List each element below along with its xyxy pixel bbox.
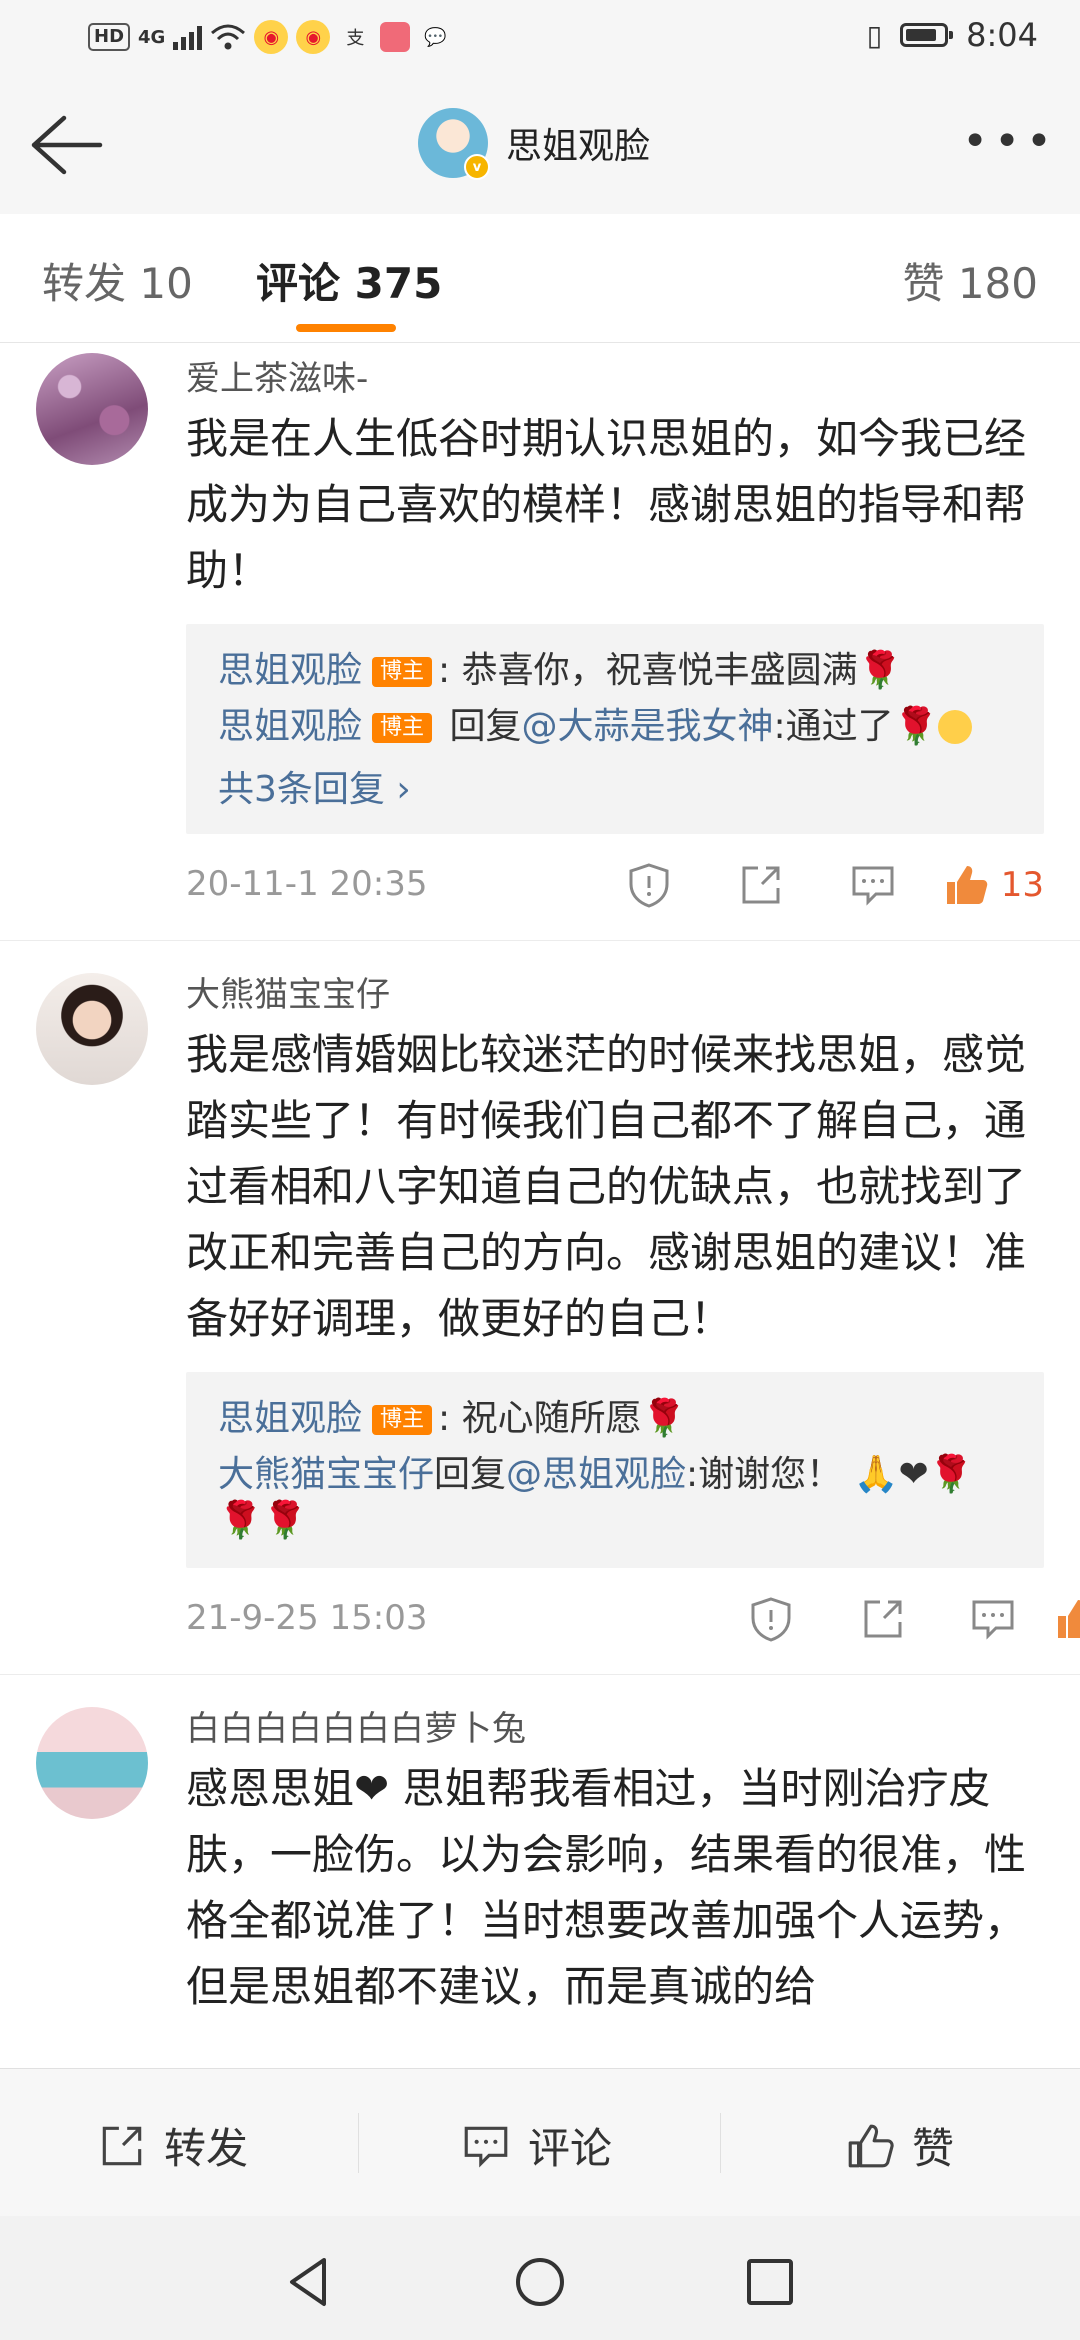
alipay-icon: 支 [346,28,365,49]
clock: 8:04 [966,16,1038,54]
bottom-action-bar: 转发 评论 赞 [0,2068,1080,2217]
repost-label: 转发 [164,2124,249,2173]
reply-item: 大熊猫宝宝仔回复@思姐观脸:谢谢您！ 🙏❤🌹🌹🌹 [218,1452,1012,1544]
app-icon [380,22,411,52]
thumbs-up-icon [848,2124,894,2167]
comment-meta: 21-9-25 15:03 3 [186,1568,1080,1674]
reply-text: :通过了🌹 [773,706,939,747]
report-icon[interactable] [624,860,674,910]
verified-icon: v [464,154,490,180]
home-nav-icon[interactable] [510,2252,570,2312]
reply-icon[interactable] [848,860,898,910]
active-tab-indicator [296,324,396,332]
comment-icon [464,2126,508,2167]
reply-item: 思姐观脸 博主: 恭喜你，祝喜悦丰盛圆满🌹 [218,648,1012,694]
comment-item: 爱上茶滋味- 我是在人生低谷时期认识思姐的，如今我已经成为为自己喜欢的模样！感谢… [0,343,1080,941]
comment-text: 感恩思姐❤ 思姐帮我看相过，当时刚治疗皮肤，一脸伤。以为会影响，结果看的很准，性… [186,1764,1027,2011]
reply-text: : 祝心随所愿🌹 [438,1398,687,1439]
weibo-icon: ◉ [254,20,289,54]
reply-username[interactable]: 思姐观脸 [218,650,362,691]
like-button[interactable]: 3 [1052,1594,1080,1644]
comment-item: 白白白白白白白萝卜兔 感恩思姐❤ 思姐帮我看相过，当时刚治疗皮肤，一脸伤。以为会… [0,1675,1080,2020]
report-icon[interactable] [746,1594,796,1644]
tab-comment[interactable]: 评论 375 [256,250,442,311]
back-nav-icon[interactable] [280,2252,340,2312]
reply-box[interactable]: 思姐观脸 博主: 祝心随所愿🌹 大熊猫宝宝仔回复@思姐观脸:谢谢您！ 🙏❤🌹🌹🌹 [186,1372,1044,1568]
mention-link[interactable]: @大蒜是我女神 [521,706,773,747]
thumbs-up-icon [1058,1600,1080,1638]
network-type: 4G [138,26,166,48]
like-button[interactable]: 13 [941,860,1044,910]
author-badge: 博主 [372,713,433,743]
share-icon[interactable] [736,860,786,910]
comment-time: 20-11-1 20:35 [186,864,428,904]
comment-item: 大熊猫宝宝仔 我是感情婚姻比较迷茫的时候来找思姐，感觉踏实些了！有时候我们自己都… [0,941,1080,1675]
vibrate-icon: ▯ [866,18,883,52]
more-icon[interactable]: ••• [962,120,1058,164]
comment-time: 21-9-25 15:03 [186,1598,428,1638]
share-icon [102,2126,142,2165]
reply-item: 思姐观脸 博主: 祝心随所愿🌹 [218,1396,1012,1442]
reply-prefix: 回复 [434,1454,507,1495]
avatar[interactable]: v [418,108,490,180]
top-nav: v 思姐观脸 ••• [0,80,1080,215]
author-badge: 博主 [372,1405,433,1435]
wechat-icon: 💬 [424,26,447,48]
avatar[interactable] [36,1707,148,1819]
divider [358,2113,359,2173]
smile-emoji-icon [938,710,973,744]
status-bar: HD 4G ◉ ◉ 支 💬 ▯ 8:04 [0,0,1080,80]
like-button[interactable]: 赞 [844,2115,954,2176]
reply-box[interactable]: 思姐观脸 博主: 恭喜你，祝喜悦丰盛圆满🌹 思姐观脸 博主 回复@大蒜是我女神:通过… [186,624,1044,834]
comment-username[interactable]: 爱上茶滋味- [186,343,1044,400]
wifi-icon [211,24,246,50]
repost-button[interactable]: 转发 [96,2115,248,2176]
comment-text: 我是感情婚姻比较迷茫的时候来找思姐，感觉踏实些了！有时候我们自己都不了解自己，通… [186,1030,1027,1343]
system-nav-bar [0,2216,1080,2340]
recents-nav-icon[interactable] [740,2252,800,2312]
like-count: 13 [1000,865,1044,905]
reply-prefix: 回复 [438,706,522,747]
divider [720,2113,721,2173]
comment-username[interactable]: 白白白白白白白萝卜兔 [186,1697,1044,1750]
battery-icon [900,23,954,47]
thumbs-up-icon [946,866,987,904]
reply-username[interactable]: 思姐观脸 [218,706,362,747]
back-icon[interactable] [26,110,106,180]
comment-text: 我是在人生低谷时期认识思姐的，如今我已经成为为自己喜欢的模样！感谢思姐的指导和帮… [186,414,1027,595]
signal-icon [173,24,203,50]
author-header[interactable]: v 思姐观脸 [418,108,651,180]
mention-link[interactable]: @思姐观脸 [506,1454,686,1495]
avatar[interactable] [36,973,148,1085]
tab-bar: 转发 10 评论 375 赞 180 [0,214,1080,343]
comment-label: 评论 [528,2124,613,2173]
reply-item: 思姐观脸 博主 回复@大蒜是我女神:通过了🌹 [218,704,1012,750]
comment-meta: 20-11-1 20:35 13 [186,834,1044,940]
weibo-icon: ◉ [296,20,331,54]
avatar[interactable] [36,353,148,465]
reply-text: : 恭喜你，祝喜悦丰盛圆满🌹 [438,650,903,691]
comment-list: 爱上茶滋味- 我是在人生低谷时期认识思姐的，如今我已经成为为自己喜欢的模样！感谢… [0,343,1080,2068]
comment-username[interactable]: 大熊猫宝宝仔 [186,963,1044,1016]
tab-repost[interactable]: 转发 10 [42,250,193,311]
reply-icon[interactable] [968,1594,1018,1644]
more-replies-link[interactable]: 共3条回复 › [218,760,1012,812]
tab-like[interactable]: 赞 180 [902,250,1038,311]
page-title: 思姐观脸 [506,126,651,167]
reply-username[interactable]: 思姐观脸 [218,1398,362,1439]
comment-button[interactable]: 评论 [460,2115,612,2176]
author-badge: 博主 [372,657,433,687]
reply-username[interactable]: 大熊猫宝宝仔 [218,1454,434,1495]
like-label: 赞 [912,2124,955,2173]
hd-indicator: HD [88,23,131,51]
share-icon[interactable] [858,1594,908,1644]
